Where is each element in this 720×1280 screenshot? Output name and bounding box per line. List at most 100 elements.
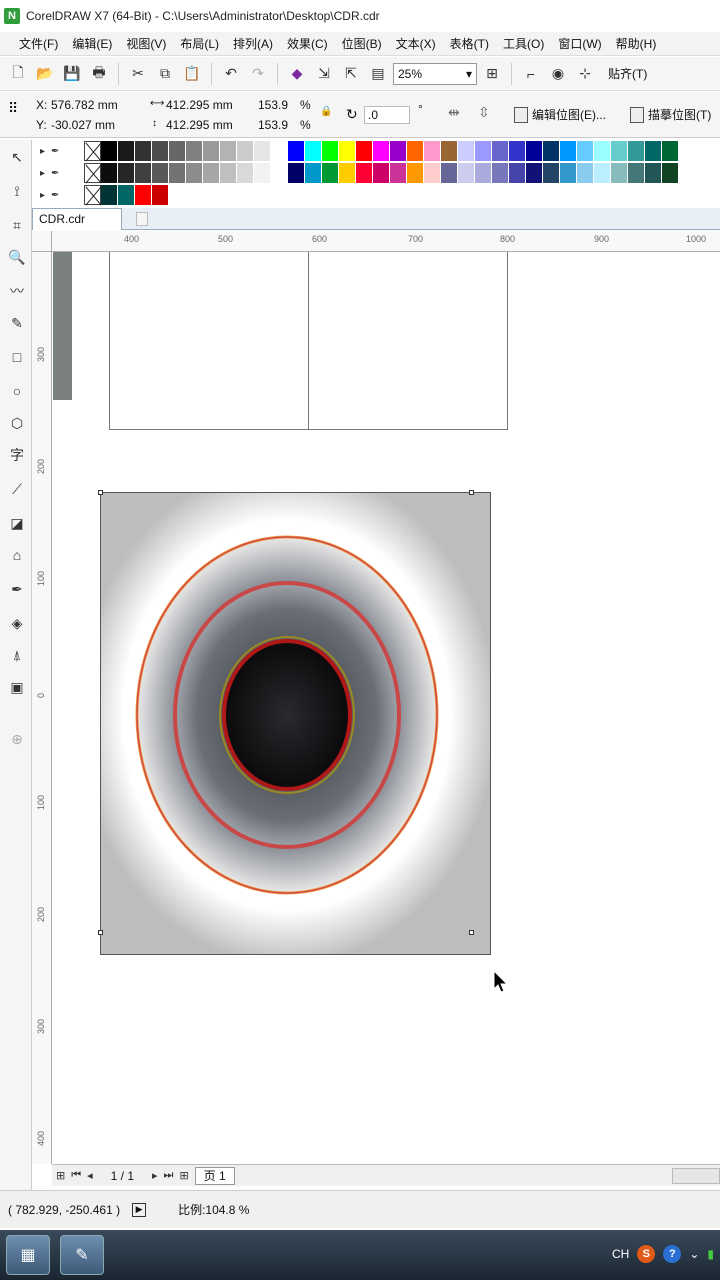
undo-icon[interactable]: ↶ bbox=[219, 62, 243, 86]
color-swatch[interactable] bbox=[288, 141, 305, 161]
drawing-canvas[interactable] bbox=[53, 252, 720, 1164]
color-swatch[interactable] bbox=[152, 185, 169, 205]
add-page-after-icon[interactable]: ⊞ bbox=[179, 1169, 188, 1182]
color-swatch[interactable] bbox=[407, 141, 424, 161]
pick-tool-icon[interactable]: ↖ bbox=[5, 144, 29, 170]
rectangle-tool-icon[interactable]: □ bbox=[5, 344, 29, 370]
color-swatch[interactable] bbox=[220, 141, 237, 161]
color-swatch[interactable] bbox=[186, 163, 203, 183]
no-color-swatch[interactable] bbox=[84, 141, 101, 161]
import-icon[interactable]: ⇲ bbox=[312, 62, 336, 86]
color-swatch[interactable] bbox=[543, 141, 560, 161]
smart-fill-icon[interactable]: ⍋ bbox=[5, 642, 29, 668]
lock-ratio-icon[interactable]: 🔒 bbox=[320, 106, 332, 117]
color-swatch[interactable] bbox=[611, 141, 628, 161]
color-swatch[interactable] bbox=[577, 141, 594, 161]
mirror-horizontal-icon[interactable]: ⇹ bbox=[448, 104, 460, 121]
redo-icon[interactable]: ↷ bbox=[246, 62, 270, 86]
color-swatch[interactable] bbox=[628, 141, 645, 161]
color-swatch[interactable] bbox=[373, 141, 390, 161]
color-swatch[interactable] bbox=[628, 163, 645, 183]
color-swatch[interactable] bbox=[152, 163, 169, 183]
menu-effects[interactable]: 效果(C) bbox=[280, 35, 335, 52]
help-icon[interactable]: ? bbox=[663, 1245, 682, 1263]
mirror-vertical-icon[interactable]: ⇳ bbox=[478, 104, 490, 121]
scale-x-field[interactable]: 153.9 bbox=[258, 98, 288, 112]
add-tool-icon[interactable]: ⊕ bbox=[5, 726, 29, 752]
color-swatch[interactable] bbox=[101, 163, 118, 183]
color-swatch[interactable] bbox=[492, 141, 509, 161]
y-position-field[interactable]: -30.027 mm bbox=[51, 118, 115, 132]
color-swatch[interactable] bbox=[288, 163, 305, 183]
dimension-tool-icon[interactable]: ⟋ bbox=[5, 476, 29, 502]
menu-file[interactable]: 文件(F) bbox=[12, 35, 65, 52]
color-swatch[interactable] bbox=[169, 141, 186, 161]
ellipse-tool-icon[interactable]: ○ bbox=[5, 378, 29, 404]
horizontal-scrollbar[interactable] bbox=[672, 1168, 720, 1184]
color-swatch[interactable] bbox=[526, 163, 543, 183]
color-swatch[interactable] bbox=[390, 141, 407, 161]
text-tool-icon[interactable]: 字 bbox=[5, 442, 29, 468]
color-swatch[interactable] bbox=[492, 163, 509, 183]
menu-text[interactable]: 文本(X) bbox=[389, 35, 443, 52]
no-color-swatch[interactable] bbox=[84, 185, 101, 205]
color-swatch[interactable] bbox=[594, 163, 611, 183]
selection-handle[interactable] bbox=[469, 930, 474, 935]
outline-pen-icon[interactable]: ▣ bbox=[5, 674, 29, 700]
palette-arrow-icon[interactable]: ▸ bbox=[40, 168, 45, 179]
palette-arrow-icon[interactable]: ▸ bbox=[40, 190, 45, 201]
document-tab[interactable]: CDR.cdr bbox=[32, 208, 122, 230]
freehand-tool-icon[interactable]: 〰 bbox=[5, 278, 29, 304]
interactive-fill-icon[interactable]: ◈ bbox=[5, 610, 29, 636]
vertical-ruler[interactable]: 300 200 100 0 100 200 300 400 bbox=[32, 252, 52, 1164]
color-swatch[interactable] bbox=[118, 185, 135, 205]
x-position-field[interactable]: 576.782 mm bbox=[51, 98, 118, 112]
paste-icon[interactable]: 📋 bbox=[180, 62, 204, 86]
color-swatch[interactable] bbox=[509, 141, 526, 161]
selection-handle[interactable] bbox=[469, 490, 474, 495]
scale-y-field[interactable]: 153.9 bbox=[258, 118, 288, 132]
color-swatch[interactable] bbox=[577, 163, 594, 183]
color-swatch[interactable] bbox=[662, 163, 679, 183]
color-swatch[interactable] bbox=[662, 141, 679, 161]
menu-table[interactable]: 表格(T) bbox=[443, 35, 496, 52]
color-swatch[interactable] bbox=[322, 163, 339, 183]
color-swatch[interactable] bbox=[458, 163, 475, 183]
selection-handle[interactable] bbox=[98, 930, 103, 935]
color-swatch[interactable] bbox=[441, 141, 458, 161]
artistic-media-icon[interactable]: ✎ bbox=[5, 310, 29, 336]
menu-help[interactable]: 帮助(H) bbox=[609, 35, 664, 52]
new-document-icon[interactable]: 🗋 bbox=[6, 62, 30, 86]
polygon-tool-icon[interactable]: ⬡ bbox=[5, 410, 29, 436]
color-swatch[interactable] bbox=[118, 141, 135, 161]
eyedropper-icon[interactable]: ✒ bbox=[51, 168, 59, 179]
edit-bitmap-button[interactable]: 编辑位图(E)... bbox=[514, 106, 606, 123]
color-swatch[interactable] bbox=[271, 163, 288, 183]
color-swatch[interactable] bbox=[203, 163, 220, 183]
menu-edit[interactable]: 编辑(E) bbox=[65, 35, 119, 52]
publish-pdf-icon[interactable]: ▤ bbox=[366, 62, 390, 86]
color-swatch[interactable] bbox=[237, 141, 254, 161]
color-swatch[interactable] bbox=[560, 141, 577, 161]
selection-handle[interactable] bbox=[98, 490, 103, 495]
show-rulers-icon[interactable]: ⌐ bbox=[519, 62, 543, 86]
color-swatch[interactable] bbox=[594, 141, 611, 161]
color-swatch[interactable] bbox=[101, 185, 118, 205]
color-swatch[interactable] bbox=[271, 141, 288, 161]
color-swatch[interactable] bbox=[220, 163, 237, 183]
color-swatch[interactable] bbox=[560, 163, 577, 183]
color-swatch[interactable] bbox=[322, 141, 339, 161]
color-swatch[interactable] bbox=[526, 141, 543, 161]
page-tab[interactable]: 页 1 bbox=[194, 1166, 235, 1185]
menu-bitmaps[interactable]: 位图(B) bbox=[335, 35, 389, 52]
color-swatch[interactable] bbox=[475, 141, 492, 161]
color-swatch[interactable] bbox=[254, 141, 271, 161]
color-swatch[interactable] bbox=[543, 163, 560, 183]
color-swatch[interactable] bbox=[305, 141, 322, 161]
coreldraw-task-icon[interactable]: ✎ bbox=[60, 1235, 104, 1275]
color-swatch[interactable] bbox=[339, 163, 356, 183]
menu-arrange[interactable]: 排列(A) bbox=[226, 35, 280, 52]
drop-shadow-icon[interactable]: ◪ bbox=[5, 510, 29, 536]
shape-tool-icon[interactable]: ⟟ bbox=[5, 178, 29, 204]
battery-icon[interactable]: ▮ bbox=[707, 1247, 714, 1261]
